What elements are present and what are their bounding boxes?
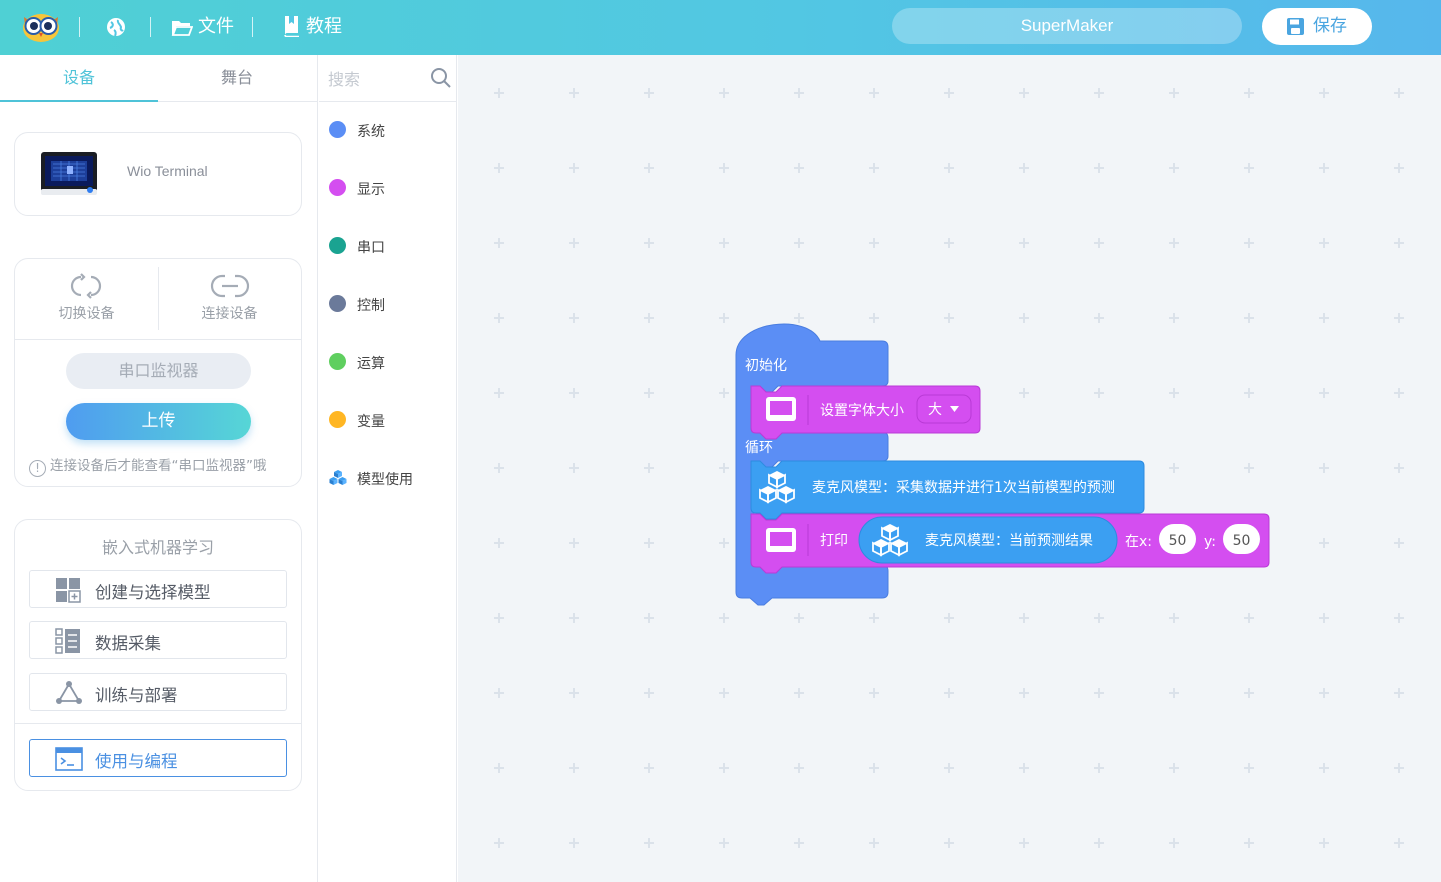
mic-result-label: 麦克风模型：当前预测结果 bbox=[925, 532, 1093, 549]
category-system[interactable]: 系统 bbox=[329, 118, 449, 142]
y-label: y: bbox=[1204, 534, 1216, 550]
category-label: 模型使用 bbox=[357, 472, 413, 488]
category-control[interactable]: 控制 bbox=[329, 292, 449, 316]
header-divider bbox=[79, 17, 80, 37]
category-display[interactable]: 显示 bbox=[329, 176, 449, 200]
tab-stage[interactable]: 舞台 bbox=[158, 55, 316, 102]
x-value: 50 bbox=[1169, 533, 1187, 549]
category-dot bbox=[329, 237, 346, 254]
block-search[interactable]: 搜索 bbox=[319, 55, 457, 102]
upload-button[interactable]: 上传 bbox=[66, 403, 251, 440]
font-size-value: 大 bbox=[928, 402, 942, 418]
switch-device-label: 切换设备 bbox=[58, 306, 115, 322]
category-label: 控制 bbox=[357, 298, 385, 314]
category-serial[interactable]: 串口 bbox=[329, 234, 449, 258]
device-card[interactable]: Wio Terminal bbox=[14, 132, 302, 216]
ml-item-label: 创建与选择模型 bbox=[95, 583, 211, 602]
tab-device[interactable]: 设备 bbox=[0, 55, 158, 102]
model-grid-icon bbox=[56, 578, 81, 603]
mic-result-reporter[interactable]: 麦克风模型：当前预测结果 bbox=[858, 516, 1118, 564]
switch-device-button[interactable]: 切换设备 bbox=[15, 259, 158, 339]
category-label: 显示 bbox=[357, 182, 385, 198]
header-divider bbox=[252, 17, 253, 37]
divider bbox=[15, 339, 301, 340]
device-panel: 设备 舞台 Wio Terminal 切换设备 连接设备 串口监视器 上传 ! … bbox=[0, 55, 318, 882]
file-menu[interactable]: 文件 bbox=[198, 14, 234, 40]
tutorial-menu[interactable]: 教程 bbox=[306, 14, 342, 40]
train-deploy-icon bbox=[56, 681, 82, 704]
loop-label: 循环 bbox=[745, 440, 773, 456]
mic-collect-label: 麦克风模型：采集数据并进行1次当前模型的预测 bbox=[812, 479, 1115, 496]
search-icon[interactable] bbox=[430, 67, 452, 89]
globe-icon[interactable] bbox=[105, 16, 127, 38]
switch-arrows-icon bbox=[70, 273, 102, 299]
display-screen-icon bbox=[766, 397, 796, 421]
owl-logo-icon[interactable] bbox=[22, 11, 60, 43]
set-font-size-label: 设置字体大小 bbox=[820, 403, 904, 419]
category-variables[interactable]: 变量 bbox=[329, 408, 449, 432]
category-label: 串口 bbox=[357, 240, 385, 256]
print-label: 打印 bbox=[820, 532, 848, 549]
panel-tabs: 设备 舞台 bbox=[0, 55, 318, 102]
wio-terminal-image bbox=[41, 152, 97, 195]
embedded-ml-title: 嵌入式机器学习 bbox=[101, 538, 214, 557]
block-category-list: 搜索 系统 显示 串口 控制 运算 变量 模型使用 bbox=[319, 55, 457, 882]
y-value: 50 bbox=[1233, 533, 1251, 549]
serial-monitor-button[interactable]: 串口监视器 bbox=[66, 353, 251, 389]
font-size-dropdown[interactable] bbox=[916, 394, 972, 424]
at-x-label: 在x: bbox=[1125, 534, 1152, 550]
book-icon bbox=[284, 16, 299, 37]
ml-create-select-model[interactable]: 创建与选择模型 bbox=[29, 570, 287, 608]
terminal-icon bbox=[55, 747, 83, 771]
connect-device-button[interactable]: 连接设备 bbox=[158, 259, 301, 339]
workspace-canvas[interactable]: 初始化 循环 设置字体大小 大 麦克风模型：采集数据并进行1次当前模型的预测 打… bbox=[458, 55, 1441, 882]
top-bar: 文件 教程 SuperMaker 保存 bbox=[0, 0, 1441, 55]
set-font-size-block[interactable]: 设置字体大小 大 bbox=[750, 385, 981, 440]
ml-item-label: 数据采集 bbox=[95, 634, 161, 653]
info-icon: ! bbox=[29, 460, 46, 477]
connection-hint: ! 连接设备后才能查看“串口监视器”哦 bbox=[29, 454, 267, 477]
category-label: 系统 bbox=[357, 124, 385, 140]
ml-use-programming[interactable]: 使用与编程 bbox=[29, 739, 287, 777]
connection-card: 切换设备 连接设备 串口监视器 上传 ! 连接设备后才能查看“串口监视器”哦 bbox=[14, 258, 302, 487]
display-screen-icon bbox=[766, 528, 796, 552]
category-dot bbox=[329, 179, 346, 196]
link-icon bbox=[210, 274, 250, 298]
code-workspace[interactable]: 初始化 循环 设置字体大小 大 麦克风模型：采集数据并进行1次当前模型的预测 打… bbox=[458, 55, 1441, 882]
connect-device-label: 连接设备 bbox=[201, 306, 258, 322]
embedded-ml-card: 嵌入式机器学习 创建与选择模型 数据采集 训练与部署 使用与编程 bbox=[14, 519, 302, 791]
category-label: 运算 bbox=[357, 356, 385, 372]
data-collect-icon bbox=[55, 628, 80, 654]
floppy-disk-icon bbox=[1287, 18, 1304, 35]
divider bbox=[15, 723, 301, 724]
ml-data-collection[interactable]: 数据采集 bbox=[29, 621, 287, 659]
category-dot bbox=[329, 295, 346, 312]
category-operators[interactable]: 运算 bbox=[329, 350, 449, 374]
save-button[interactable]: 保存 bbox=[1262, 8, 1372, 45]
category-label: 变量 bbox=[357, 414, 385, 430]
search-input[interactable]: 搜索 bbox=[328, 66, 360, 90]
ml-train-deploy[interactable]: 训练与部署 bbox=[29, 673, 287, 711]
save-label: 保存 bbox=[1313, 16, 1347, 36]
category-dot bbox=[329, 353, 346, 370]
category-model-use[interactable]: 模型使用 bbox=[329, 466, 449, 490]
category-dot bbox=[329, 121, 346, 138]
project-name-input[interactable]: SuperMaker bbox=[892, 8, 1242, 44]
ml-item-label: 使用与编程 bbox=[95, 752, 178, 771]
ml-item-label: 训练与部署 bbox=[95, 686, 178, 705]
category-dot bbox=[329, 411, 346, 428]
cubes-icon bbox=[329, 470, 347, 485]
init-label: 初始化 bbox=[745, 357, 787, 374]
mic-model-collect-block[interactable]: 麦克风模型：采集数据并进行1次当前模型的预测 bbox=[750, 460, 1145, 520]
folder-icon bbox=[171, 21, 193, 36]
device-name: Wio Terminal bbox=[127, 163, 208, 179]
print-block[interactable]: 打印 麦克风模型：当前预测结果 在x: 50 y: 50 bbox=[750, 513, 1270, 574]
connection-hint-text: 连接设备后才能查看“串口监视器”哦 bbox=[50, 458, 267, 474]
header-divider bbox=[150, 17, 151, 37]
